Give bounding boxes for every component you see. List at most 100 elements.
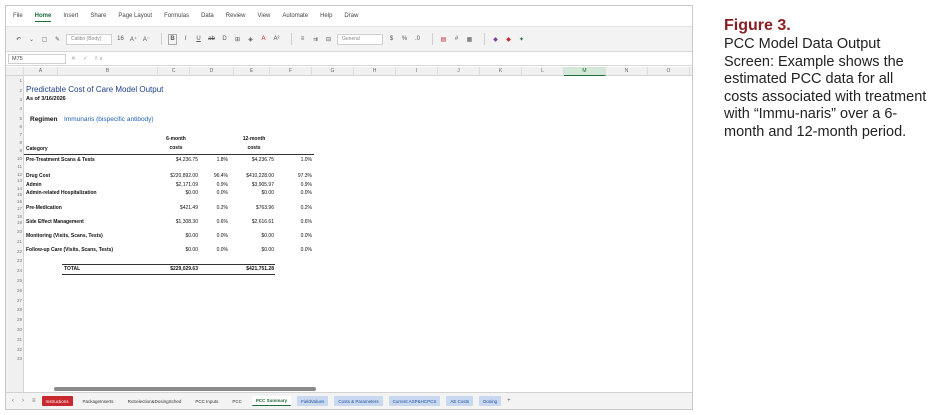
percent-icon[interactable]: % xyxy=(400,34,409,45)
row-header[interactable]: 2 xyxy=(6,88,24,93)
bold-button[interactable]: B xyxy=(168,33,177,45)
column-header-d[interactable]: D xyxy=(190,67,234,76)
row-header[interactable]: 4 xyxy=(6,106,24,111)
column-header-j[interactable]: J xyxy=(438,67,480,76)
menu-tab-share[interactable]: Share xyxy=(90,11,106,21)
sensitivity-icon[interactable]: ◆ xyxy=(491,34,500,45)
formula-input[interactable] xyxy=(110,54,692,64)
row-header[interactable]: 24 xyxy=(6,268,24,273)
decimal-icon[interactable]: .0 xyxy=(413,34,422,45)
prev-sheet-icon[interactable]: ‹ xyxy=(10,398,16,404)
column-header-m[interactable]: M xyxy=(564,67,606,76)
undo-icon[interactable]: ↶ xyxy=(14,34,23,45)
row-header[interactable]: 17 xyxy=(6,206,24,211)
sheet-tab-costs-parameters[interactable]: Costs & Parameters xyxy=(334,396,383,406)
borders-icon[interactable]: ⊞ xyxy=(233,34,242,45)
menu-tab-data[interactable]: Data xyxy=(201,11,214,21)
font-size-select[interactable]: 16 xyxy=(116,34,125,45)
addins-icon[interactable]: ◆ xyxy=(504,34,513,45)
row-header[interactable]: 9 xyxy=(6,148,24,153)
superscript-icon[interactable]: A² xyxy=(272,34,281,45)
underline-button[interactable]: U xyxy=(194,34,203,45)
column-header-c[interactable]: C xyxy=(158,67,190,76)
decrease-font-icon[interactable]: A⁻ xyxy=(142,34,151,45)
row-header[interactable]: 19 xyxy=(6,220,24,225)
paste-icon[interactable]: ▢ xyxy=(40,34,49,45)
sheet-tab-rxselection-dosingsched[interactable]: RxSelection&DosingSched xyxy=(124,396,186,406)
row-header[interactable]: 27 xyxy=(6,298,24,303)
menu-tab-home[interactable]: Home xyxy=(34,11,52,22)
row-header[interactable]: 3 xyxy=(6,97,24,102)
font-color-icon[interactable]: A xyxy=(259,34,268,45)
italic-button[interactable]: I xyxy=(181,34,190,45)
conditional-format-icon[interactable]: ▤ xyxy=(439,34,448,45)
row-header[interactable]: 22 xyxy=(6,249,24,254)
row-header[interactable]: 11 xyxy=(6,164,24,169)
column-header-i[interactable]: I xyxy=(396,67,438,76)
font-name-select[interactable]: Calibri (Body) xyxy=(66,33,112,45)
column-header-a[interactable]: A xyxy=(24,67,58,76)
fill-color-icon[interactable]: ◈ xyxy=(246,34,255,45)
sheet-tab-dosing[interactable]: Dosing xyxy=(479,396,502,406)
name-box[interactable]: M75 xyxy=(8,54,66,64)
horizontal-scrollbar[interactable] xyxy=(54,387,316,391)
double-underline-button[interactable]: D xyxy=(220,34,229,45)
add-sheet-icon[interactable]: + xyxy=(505,398,513,404)
row-header[interactable]: 14 xyxy=(6,186,24,191)
row-header[interactable]: 7 xyxy=(6,132,24,137)
sheet-tab-pcc[interactable]: PCC xyxy=(228,396,246,406)
row-header[interactable]: 20 xyxy=(6,229,24,234)
column-header-o[interactable]: O xyxy=(648,67,690,76)
menu-tab-page-layout[interactable]: Page Layout xyxy=(118,11,152,21)
row-header[interactable]: 10 xyxy=(6,156,24,161)
row-header[interactable]: 13 xyxy=(6,178,24,183)
formula-icons[interactable]: ✕ ✓ fx xyxy=(71,56,106,62)
row-header[interactable]: 33 xyxy=(6,356,24,361)
menu-tab-review[interactable]: Review xyxy=(226,11,246,21)
column-header-g[interactable]: G xyxy=(312,67,354,76)
menu-tab-file[interactable]: File xyxy=(13,11,23,21)
row-header[interactable]: 29 xyxy=(6,317,24,322)
menu-tab-draw[interactable]: Draw xyxy=(344,11,358,21)
next-sheet-icon[interactable]: › xyxy=(20,398,26,404)
column-header-f[interactable]: F xyxy=(270,67,312,76)
column-header-l[interactable]: L xyxy=(522,67,564,76)
cell-area[interactable]: Predictable Cost of Care Model Output As… xyxy=(24,76,692,393)
row-header[interactable]: 6 xyxy=(6,124,24,129)
increase-font-icon[interactable]: A⁺ xyxy=(129,34,138,45)
row-header[interactable]: 1 xyxy=(6,78,24,83)
cell-styles-icon[interactable]: ▦ xyxy=(465,34,474,45)
select-all-corner[interactable] xyxy=(6,67,24,76)
menu-tab-automate[interactable]: Automate xyxy=(282,11,308,21)
number-format-select[interactable]: General xyxy=(337,33,383,45)
menu-tab-view[interactable]: View xyxy=(257,11,270,21)
redo-icon[interactable]: ⌄ xyxy=(27,34,36,45)
menu-tab-formulas[interactable]: Formulas xyxy=(164,11,189,21)
row-header[interactable]: 18 xyxy=(6,214,24,219)
copilot-icon[interactable]: ✦ xyxy=(517,34,526,45)
row-header[interactable]: 31 xyxy=(6,337,24,342)
row-header[interactable]: 23 xyxy=(6,258,24,263)
row-header[interactable]: 5 xyxy=(6,116,24,121)
column-header-b[interactable]: B xyxy=(58,67,158,76)
sheet-tab-pcc-inputs[interactable]: PCC Inputs xyxy=(191,396,222,406)
row-header[interactable]: 21 xyxy=(6,239,24,244)
row-header[interactable]: 28 xyxy=(6,307,24,312)
currency-icon[interactable]: $ xyxy=(387,34,396,45)
sheet-tab-packageinserts[interactable]: PackageInserts xyxy=(79,396,118,406)
row-header[interactable]: 16 xyxy=(6,199,24,204)
all-sheets-icon[interactable]: ≡ xyxy=(30,398,38,404)
column-header-h[interactable]: H xyxy=(354,67,396,76)
sheet-tab-pcc-summary[interactable]: PCC Summary xyxy=(251,396,292,406)
sheet-tab-fieldvalues[interactable]: FieldValues xyxy=(297,396,329,406)
menu-tab-help[interactable]: Help xyxy=(320,11,332,21)
menu-tab-insert[interactable]: Insert xyxy=(63,11,78,21)
column-header-n[interactable]: N xyxy=(606,67,648,76)
row-header[interactable]: 8 xyxy=(6,140,24,145)
row-header[interactable]: 25 xyxy=(6,278,24,283)
row-header[interactable]: 32 xyxy=(6,347,24,352)
column-header-k[interactable]: K xyxy=(480,67,522,76)
wrap-text-icon[interactable]: ⇉ xyxy=(311,34,320,45)
align-icon[interactable]: ≡ xyxy=(298,34,307,45)
sheet-tab-ae-costs[interactable]: AE Costs xyxy=(446,396,474,406)
